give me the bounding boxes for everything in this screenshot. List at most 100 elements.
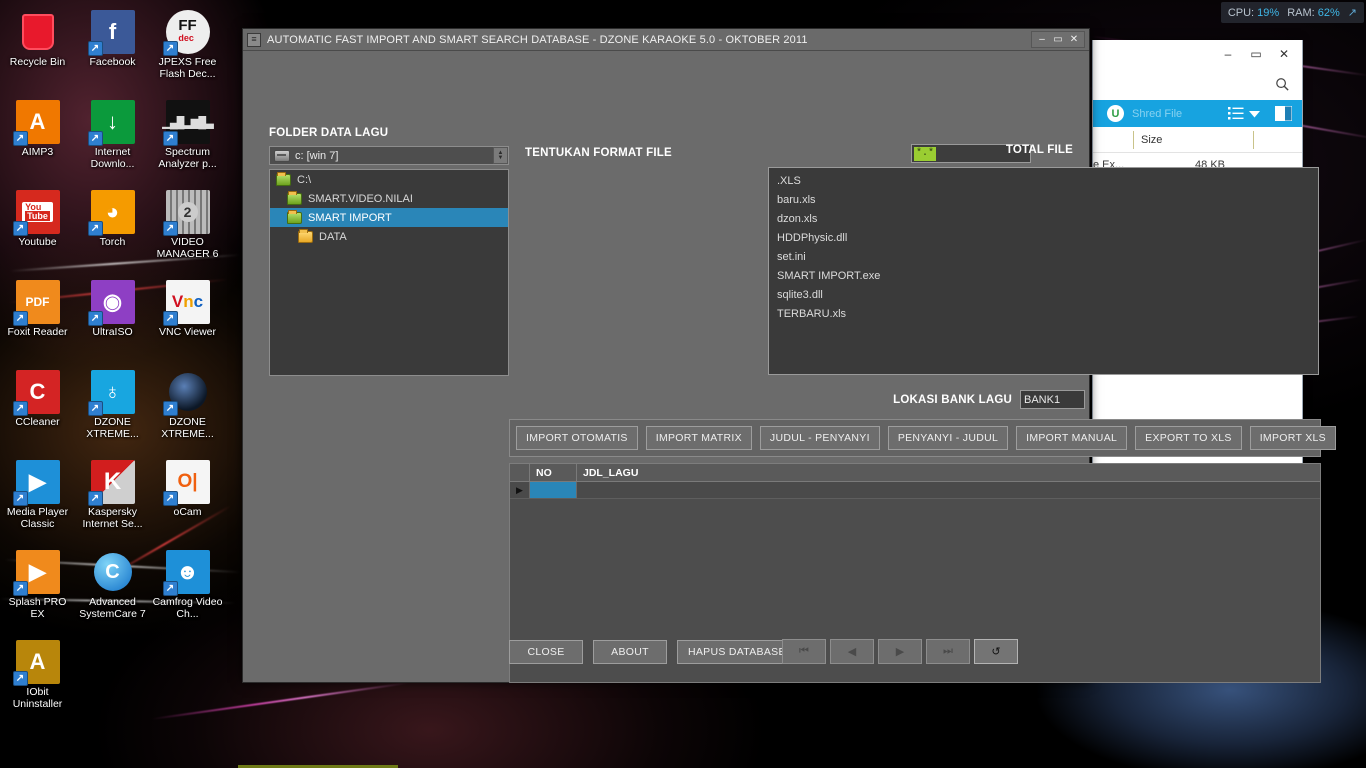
internet-download-manager-icon: ↓ ↗ bbox=[87, 100, 135, 146]
explorer-search-row[interactable] bbox=[1093, 68, 1302, 100]
dzone-xtreme-speaker-icon: ↗ bbox=[162, 370, 210, 416]
desktop-icon[interactable]: You Tube ↗ Youtube bbox=[0, 184, 75, 274]
desktop-icon[interactable]: A ↗ AIMP3 bbox=[0, 94, 75, 184]
preview-pane-icon[interactable] bbox=[1275, 106, 1292, 121]
desktop-icon[interactable]: O| ↗ oCam bbox=[150, 454, 225, 544]
drive-select[interactable]: c: [win 7] ▲ ▼ bbox=[269, 146, 509, 165]
grid-header-no[interactable]: NO bbox=[530, 464, 577, 481]
list-view-icon[interactable] bbox=[1228, 107, 1244, 120]
desktop-icon[interactable]: ◉ ↗ UltraISO bbox=[75, 274, 150, 364]
video-manager-icon: 2 ↗ bbox=[162, 190, 210, 236]
nav-last-button[interactable]: ⏭ bbox=[926, 639, 970, 664]
file-list-item[interactable]: HDDPhysic.dll bbox=[769, 228, 1318, 247]
file-list-item[interactable]: set.ini bbox=[769, 247, 1318, 266]
action-button-judul-penyanyi[interactable]: JUDUL - PENYANYI bbox=[759, 426, 880, 450]
ultraiso-icon: ◉ ↗ bbox=[87, 280, 135, 326]
grid-header-jdl-lagu[interactable]: JDL_LAGU bbox=[577, 464, 1320, 481]
recycle-bin-icon bbox=[16, 10, 60, 54]
record-navigator: ⏮ ◀ ▶ ⏭ ↺ bbox=[782, 639, 1018, 664]
action-button-import-manual[interactable]: IMPORT MANUAL bbox=[1016, 426, 1128, 450]
app-maximize-button[interactable]: ▭ bbox=[1050, 32, 1066, 47]
ccleaner-icon: C ↗ bbox=[12, 370, 60, 416]
desktop-icon[interactable]: C ↗ CCleaner bbox=[0, 364, 75, 454]
file-list-item[interactable]: SMART IMPORT.exe bbox=[769, 266, 1318, 285]
desktop-icon[interactable]: Recycle Bin bbox=[0, 4, 75, 94]
desktop-icon[interactable]: ◕ ↗ Torch bbox=[75, 184, 150, 274]
desktop-icon[interactable]: 2 ↗ VIDEO MANAGER 6 bbox=[150, 184, 225, 274]
chevron-down-icon[interactable] bbox=[1249, 110, 1260, 118]
desktop-icon[interactable]: A ↗ IObit Uninstaller bbox=[0, 634, 75, 724]
folder-tree[interactable]: C:\ SMART.VIDEO.NILAI SMART IMPORT DATA bbox=[269, 169, 509, 376]
system-monitor-widget[interactable]: CPU: 19% RAM: 62% ↗ bbox=[1220, 2, 1364, 23]
desktop-icon[interactable]: f ↗ Facebook bbox=[75, 4, 150, 94]
desktop-icon[interactable]: ▶ ↗ Media Player Classic bbox=[0, 454, 75, 544]
file-list[interactable]: .XLS baru.xls dzon.xls HDDPhysic.dll set.ini… bbox=[768, 167, 1319, 375]
bank-lagu-label: LOKASI BANK LAGU bbox=[893, 394, 1012, 406]
desktop-icon[interactable]: K ↗ Kaspersky Internet Se... bbox=[75, 454, 150, 544]
cpu-value: 19% bbox=[1257, 6, 1280, 19]
explorer-titlebar: – ▭ ✕ bbox=[1093, 40, 1302, 68]
nav-refresh-button[interactable]: ↺ bbox=[974, 639, 1018, 664]
action-button-export-to-xls[interactable]: EXPORT TO XLS bbox=[1135, 426, 1242, 450]
about-button[interactable]: ABOUT bbox=[593, 640, 667, 664]
system-menu-icon[interactable]: ≡ bbox=[247, 32, 261, 47]
folder-tree-item[interactable]: SMART.VIDEO.NILAI bbox=[270, 189, 508, 208]
desktop-icon-label: Foxit Reader bbox=[7, 326, 68, 338]
file-list-item[interactable]: .XLS bbox=[769, 171, 1318, 190]
app-title: AUTOMATIC FAST IMPORT AND SMART SEARCH D… bbox=[267, 33, 808, 46]
action-button-import-otomatis[interactable]: IMPORT OTOMATIS bbox=[516, 426, 638, 450]
column-header-size[interactable]: Size bbox=[1141, 134, 1162, 146]
drive-spinner-icon[interactable]: ▲ ▼ bbox=[493, 147, 508, 164]
file-list-item[interactable]: baru.xls bbox=[769, 190, 1318, 209]
hapus-database-button[interactable]: HAPUS DATABASE bbox=[677, 640, 797, 664]
desktop-icon[interactable]: ▁▄█▂▆█▃ ↗ Spectrum Analyzer p... bbox=[150, 94, 225, 184]
app-minimize-button[interactable]: – bbox=[1034, 32, 1050, 47]
desktop-icon[interactable]: PDF ↗ Foxit Reader bbox=[0, 274, 75, 364]
desktop-icon-label: Media Player Classic bbox=[6, 506, 69, 530]
shortcut-arrow-icon: ↗ bbox=[12, 581, 28, 596]
desktop-icon[interactable]: Vnc ↗ VNC Viewer bbox=[150, 274, 225, 364]
media-player-classic-icon: ▶ ↗ bbox=[12, 460, 60, 506]
shred-file-label[interactable]: Shred File bbox=[1132, 108, 1182, 120]
explorer-maximize-button[interactable]: ▭ bbox=[1242, 44, 1270, 64]
action-button-import-matrix[interactable]: IMPORT MATRIX bbox=[645, 426, 752, 450]
desktop-icon-label: Splash PRO EX bbox=[8, 596, 67, 620]
action-button-penyanyi-judul[interactable]: PENYANYI - JUDUL bbox=[887, 426, 1009, 450]
file-list-item[interactable]: dzon.xls bbox=[769, 209, 1318, 228]
folder-tree-item[interactable]: C:\ bbox=[270, 170, 508, 189]
desktop-icon-label: VIDEO MANAGER 6 bbox=[156, 236, 219, 260]
file-list-item[interactable]: sqlite3.dll bbox=[769, 285, 1318, 304]
desktop-icon[interactable]: FF dec ↗ JPEXS Free Flash Dec... bbox=[150, 4, 225, 94]
nav-first-button[interactable]: ⏮ bbox=[782, 639, 826, 664]
bank-lagu-input[interactable]: BANK1 bbox=[1020, 390, 1085, 409]
search-icon[interactable] bbox=[1275, 77, 1290, 92]
spectrum-analyzer-icon: ▁▄█▂▆█▃ ↗ bbox=[162, 100, 214, 146]
desktop-icon[interactable]: C Advanced SystemCare 7 bbox=[75, 544, 150, 634]
shortcut-arrow-icon: ↗ bbox=[87, 41, 103, 56]
jpexs-flash-decompiler-icon: FF dec ↗ bbox=[162, 10, 210, 56]
action-button-import-xls[interactable]: IMPORT XLS bbox=[1249, 426, 1336, 450]
desktop-icon[interactable]: ♁ ↗ DZONE XTREME... bbox=[75, 364, 150, 454]
nav-next-button[interactable]: ▶ bbox=[878, 639, 922, 664]
expand-arrow-icon[interactable]: ↗ bbox=[1348, 6, 1357, 19]
nav-prev-button[interactable]: ◀ bbox=[830, 639, 874, 664]
close-button[interactable]: CLOSE bbox=[509, 640, 583, 664]
shortcut-arrow-icon: ↗ bbox=[12, 131, 28, 146]
cell-jdl-lagu[interactable] bbox=[577, 482, 1320, 498]
desktop-icon[interactable]: ↓ ↗ Internet Downlo... bbox=[75, 94, 150, 184]
desktop-icon[interactable]: ☻ ↗ Camfrog Video Ch... bbox=[150, 544, 225, 634]
desktop-icon[interactable]: ▶ ↗ Splash PRO EX bbox=[0, 544, 75, 634]
cell-no[interactable] bbox=[530, 482, 577, 498]
shortcut-arrow-icon: ↗ bbox=[162, 311, 178, 326]
desktop-icon-label: CCleaner bbox=[15, 416, 60, 428]
app-close-button[interactable]: ✕ bbox=[1066, 32, 1082, 47]
table-row[interactable]: ▶ bbox=[510, 482, 1320, 499]
folder-tree-item[interactable]: SMART IMPORT bbox=[270, 208, 508, 227]
desktop-icon-label: UltraISO bbox=[92, 326, 133, 338]
explorer-minimize-button[interactable]: – bbox=[1214, 44, 1242, 64]
shortcut-arrow-icon: ↗ bbox=[162, 41, 178, 56]
folder-tree-item[interactable]: DATA bbox=[270, 227, 508, 246]
explorer-close-button[interactable]: ✕ bbox=[1270, 44, 1298, 64]
desktop-icon[interactable]: ↗ DZONE XTREME... bbox=[150, 364, 225, 454]
file-list-item[interactable]: TERBARU.xls bbox=[769, 304, 1318, 323]
